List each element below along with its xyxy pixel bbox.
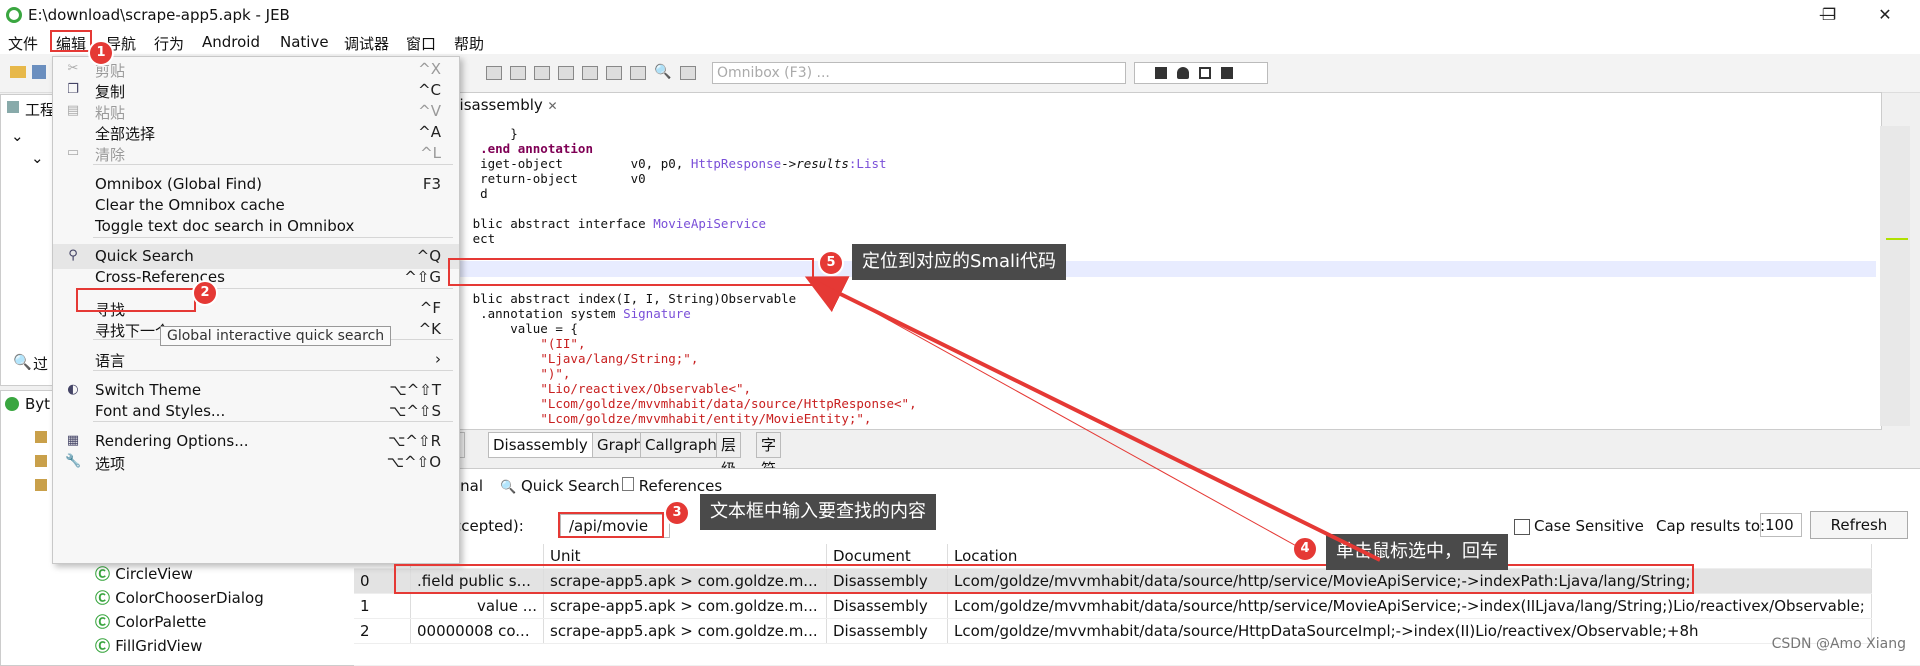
arrow-thin bbox=[819, 281, 1301, 549]
watermark: CSDN @Amo Xiang bbox=[1771, 636, 1906, 652]
annotation-arrows bbox=[804, 276, 1381, 562]
arrow-result-to-code bbox=[804, 276, 1381, 562]
